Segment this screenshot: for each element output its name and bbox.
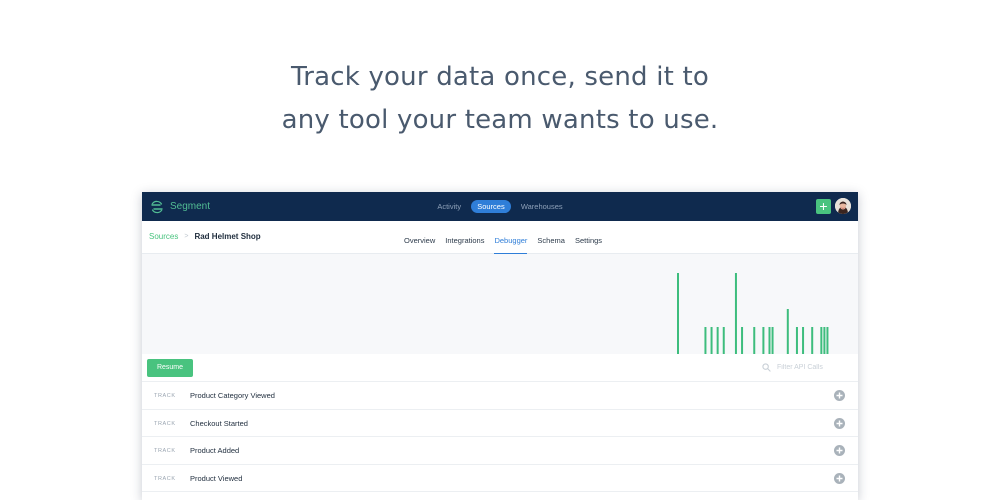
plus-icon [836,392,843,399]
add-button[interactable]: + [816,199,831,214]
breadcrumb-sources-link[interactable]: Sources [149,232,178,241]
event-type: TRACK [154,448,176,454]
chart-bar [771,327,774,354]
event-volume-chart [142,254,858,354]
nav-warehouses[interactable]: Warehouses [515,200,569,213]
chart-bar [795,327,798,354]
filter-api-calls-input[interactable] [777,364,857,371]
event-name: Product Added [190,446,240,455]
main-nav: Activity Sources Warehouses [142,200,858,213]
app-window: Segment Activity Sources Warehouses + So… [142,192,858,500]
chart-bar [811,327,814,354]
chart-bar [820,327,823,354]
chart-bar [716,327,719,354]
chart-bar [823,327,826,354]
chevron-right-icon: > [184,233,189,240]
nav-sources[interactable]: Sources [471,200,511,213]
search-icon [762,363,771,372]
event-name: Product Category Viewed [190,391,275,400]
event-type: TRACK [154,420,176,427]
chart-bar [753,327,756,354]
expand-icon[interactable] [834,445,845,456]
debugger-controls: Resume [142,354,858,382]
chart-bar [722,327,725,354]
chart-bar [677,273,679,354]
tab-overview[interactable]: Overview [404,236,435,254]
headline-line-1: Track your data once, send it to [290,62,710,92]
event-list: TRACK Product Category Viewed TRACK Chec… [142,382,858,492]
filter-box [762,363,857,372]
user-avatar-icon [835,198,851,214]
event-type: TRACK [154,393,176,399]
source-tabs: Overview Integrations Debugger Schema Se… [404,236,612,255]
list-item[interactable]: TRACK Product Viewed [142,465,858,492]
expand-icon[interactable] [834,417,845,429]
plus-icon [836,420,843,426]
list-item[interactable]: TRACK Product Category Viewed [142,382,858,410]
event-name: Product Viewed [190,473,243,483]
chart-bar [741,327,744,354]
event-volume-chart-svg [677,273,829,354]
chart-bar [826,327,829,354]
sub-header: Sources > Rad Helmet Shop Overview Integ… [142,221,858,255]
top-navbar: Segment Activity Sources Warehouses + [142,192,858,221]
headline: Track your data once, send it to any too… [0,56,1000,142]
resume-button[interactable]: Resume [147,359,193,377]
chart-bar [768,327,771,354]
chart-bar [710,327,713,354]
chart-bar [786,309,789,354]
nav-activity[interactable]: Activity [431,200,467,213]
expand-icon[interactable] [834,472,845,484]
chart-bar [734,273,737,354]
chart-bar [762,327,765,354]
chart-bar [802,327,805,354]
avatar[interactable] [835,198,851,214]
event-type: TRACK [154,475,176,482]
headline-line-2: any tool your team wants to use. [281,105,719,135]
tab-schema[interactable]: Schema [537,236,565,254]
tab-settings[interactable]: Settings [575,236,602,254]
list-item[interactable]: TRACK Product Added [142,437,858,465]
expand-icon[interactable] [834,390,845,401]
breadcrumb: Sources > Rad Helmet Shop [149,232,261,241]
chart-bar [704,327,707,354]
plus-icon [836,475,843,481]
breadcrumb-current: Rad Helmet Shop [194,232,261,241]
plus-icon [836,447,843,454]
tab-integrations[interactable]: Integrations [445,236,484,254]
event-name: Checkout Started [190,418,248,428]
list-item[interactable]: TRACK Checkout Started [142,410,858,437]
tab-debugger[interactable]: Debugger [494,236,527,255]
